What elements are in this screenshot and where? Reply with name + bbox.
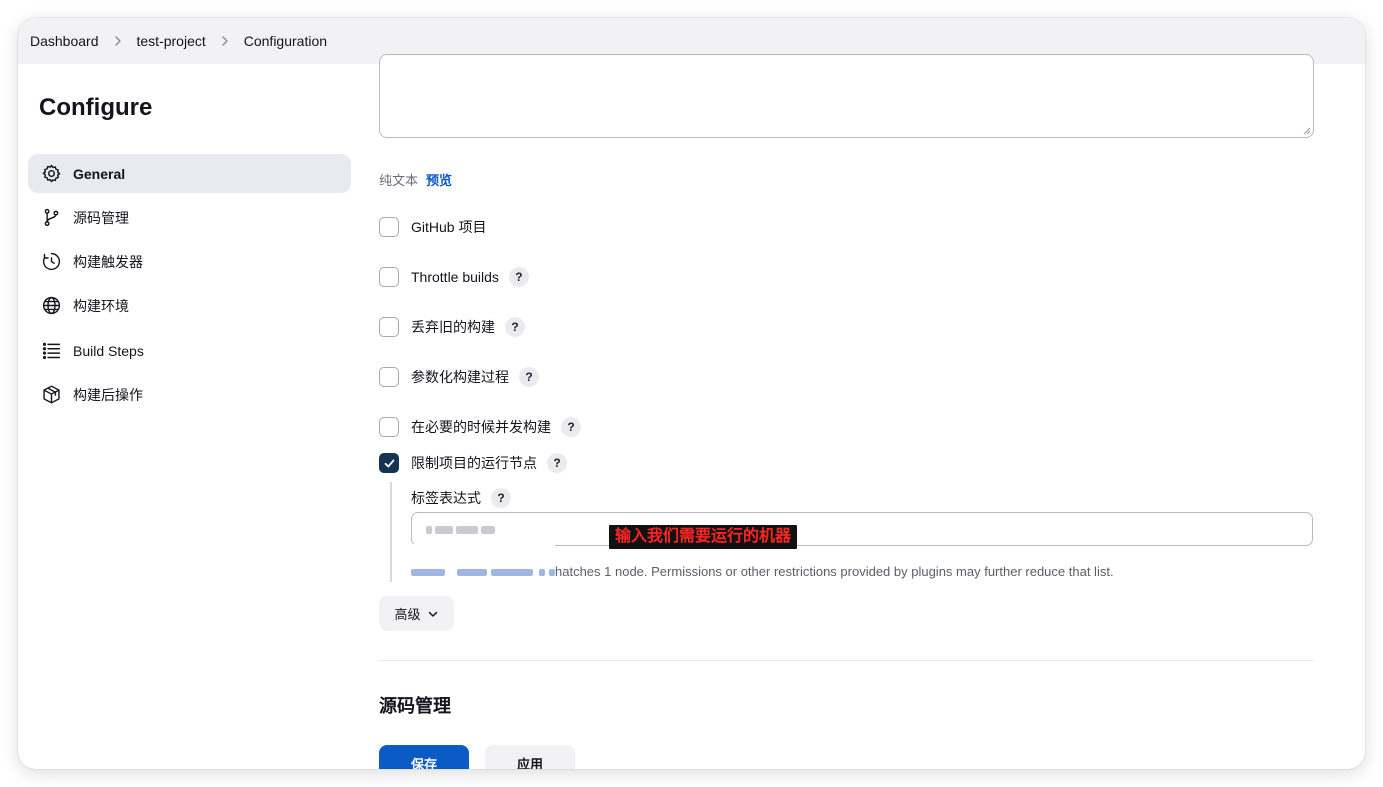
option-label: 丢弃旧的构建	[411, 319, 495, 335]
sidebar-item-label: General	[73, 165, 126, 182]
advanced-label: 高级	[394, 607, 421, 622]
save-button[interactable]: 保存	[379, 745, 469, 769]
label-expression-label: 标签表达式	[411, 490, 481, 506]
option-concurrent-builds: 在必要的时候并发构建 ?	[379, 417, 581, 437]
main-content: 纯文本 预览 GitHub 项目 Throttle builds ? 丢弃旧的构建…	[379, 54, 1365, 769]
option-github-project: GitHub 项目	[379, 217, 486, 237]
label-expression-header: 标签表达式 ?	[411, 488, 511, 508]
checkbox[interactable]	[379, 217, 399, 237]
redacted-link	[411, 566, 555, 580]
sidebar-item-general[interactable]: General	[28, 154, 351, 193]
list-icon	[40, 340, 62, 362]
checkbox[interactable]	[379, 317, 399, 337]
label-expression-hint: hatches 1 node. Permissions or other res…	[411, 564, 1114, 580]
option-restrict-node: 限制项目的运行节点 ?	[379, 453, 567, 473]
sidebar-item-label: 构建触发器	[73, 253, 143, 270]
annotation-callout: 输入我们需要运行的机器	[609, 525, 798, 549]
sidebar-item-label: Build Steps	[73, 342, 144, 359]
option-label: 在必要的时候并发构建	[411, 419, 551, 435]
redacted-value	[426, 521, 516, 534]
globe-icon	[40, 295, 62, 317]
branch-icon	[40, 207, 62, 229]
sidebar-item-label: 构建后操作	[73, 386, 143, 403]
help-icon[interactable]: ?	[505, 317, 525, 337]
label-expression-input[interactable]	[411, 512, 1313, 546]
timer-icon	[40, 251, 62, 273]
option-label: Throttle builds	[411, 269, 499, 285]
option-parameterized-build: 参数化构建过程 ?	[379, 367, 539, 387]
sidebar-item-label: 源码管理	[73, 209, 129, 226]
gear-icon	[40, 163, 62, 185]
sidebar: Configure General 源码管理 构建触发器 构建环境 Build …	[18, 64, 363, 769]
option-discard-old-builds: 丢弃旧的构建 ?	[379, 317, 525, 337]
sidebar-item-scm[interactable]: 源码管理	[28, 198, 351, 237]
nested-indent-line	[390, 482, 392, 582]
breadcrumb-configuration[interactable]: Configuration	[244, 33, 327, 49]
sidebar-item-triggers[interactable]: 构建触发器	[28, 242, 351, 281]
advanced-button[interactable]: 高级	[379, 596, 454, 631]
chevron-right-icon	[214, 35, 236, 47]
resize-grip-icon[interactable]	[1302, 126, 1311, 135]
help-icon[interactable]: ?	[561, 417, 581, 437]
chevron-down-icon	[428, 611, 437, 617]
sidebar-item-build-steps[interactable]: Build Steps	[28, 331, 351, 370]
checkbox[interactable]	[379, 367, 399, 387]
option-throttle-builds: Throttle builds ?	[379, 267, 529, 287]
checkbox[interactable]	[379, 417, 399, 437]
sidebar-item-label: 构建环境	[73, 297, 129, 314]
description-textarea[interactable]	[379, 54, 1314, 138]
help-icon[interactable]: ?	[508, 267, 529, 287]
option-label: GitHub 项目	[411, 219, 487, 235]
section-title-scm: 源码管理	[379, 696, 451, 716]
option-label: 限制项目的运行节点	[411, 455, 537, 471]
hint-text: hatches 1 node. Permissions or other res…	[555, 564, 1114, 579]
format-plain-text: 纯文本	[379, 173, 419, 188]
checkbox[interactable]	[379, 267, 399, 287]
chevron-right-icon	[107, 35, 129, 47]
help-icon[interactable]: ?	[519, 367, 539, 387]
jenkins-window: Dashboard test-project Configuration Con…	[18, 18, 1365, 769]
redaction-mask	[407, 544, 555, 550]
checkmark-icon	[384, 459, 394, 467]
apply-button[interactable]: 应用	[485, 745, 575, 769]
breadcrumb-dashboard[interactable]: Dashboard	[30, 33, 99, 49]
help-icon[interactable]: ?	[491, 488, 511, 508]
package-icon	[40, 384, 62, 406]
page-title: Configure	[39, 94, 153, 121]
sidebar-item-environment[interactable]: 构建环境	[28, 286, 351, 325]
help-icon[interactable]: ?	[547, 453, 567, 473]
checkbox-checked[interactable]	[379, 453, 399, 473]
preview-link[interactable]: 预览	[426, 173, 452, 188]
description-format-row: 纯文本 预览	[379, 170, 452, 189]
section-divider	[379, 660, 1314, 661]
option-label: 参数化构建过程	[411, 369, 509, 385]
sidebar-item-post-build[interactable]: 构建后操作	[28, 375, 351, 414]
breadcrumb-project[interactable]: test-project	[137, 33, 206, 49]
